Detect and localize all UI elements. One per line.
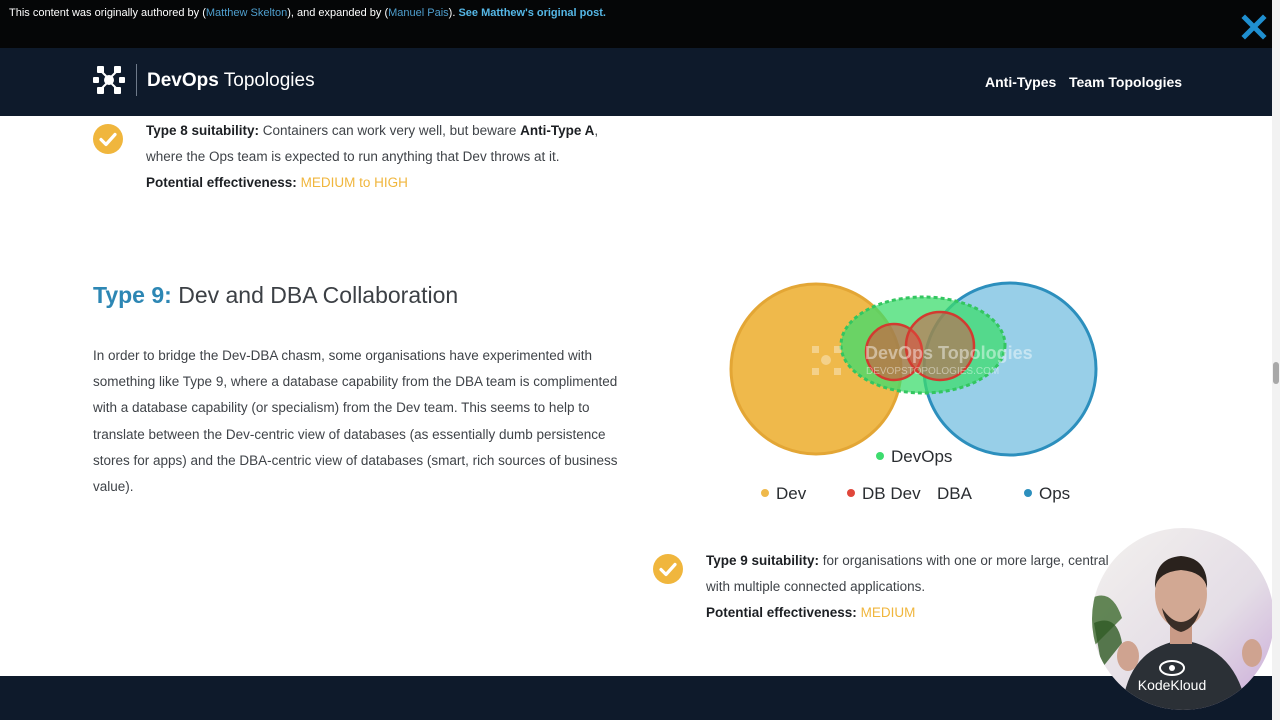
type9-number: Type 9:: [93, 282, 172, 308]
logo-divider: [136, 64, 137, 96]
site-logo-text[interactable]: DevOps Topologies: [147, 69, 315, 93]
author-link-matthew[interactable]: Matthew Skelton: [206, 7, 287, 19]
attribution-suffix: ).: [448, 7, 459, 19]
presenter-brand: KodeKloud: [1138, 677, 1207, 693]
type9-heading: Type 9: Dev and DBA Collaboration: [93, 280, 458, 310]
type9-line1: Type 9 suitability: for organisations wi…: [706, 548, 1126, 574]
type9-eff-value: MEDIUM: [860, 605, 916, 621]
legend-ops-label: Ops: [1039, 484, 1071, 503]
type9-effectiveness: Potential effectiveness: MEDIUM: [706, 600, 1126, 626]
type9-suit-label: Type 9 suitability:: [706, 553, 820, 568]
type8-effectiveness: Potential effectiveness: MEDIUM to HIGH: [146, 170, 616, 196]
attribution-middle: ), and expanded by (: [287, 7, 389, 19]
type8-suitability: Type 8 suitability: Containers can work …: [146, 118, 616, 197]
author-link-manuel[interactable]: Manuel Pais: [388, 7, 449, 19]
team-venn-diagram: DevOps Topologies DEVOPSTOPOLOGIES.COM: [728, 280, 1100, 462]
page-scrollbar[interactable]: [1272, 0, 1280, 720]
type9-line2: with multiple connected applications.: [706, 579, 926, 595]
check-icon: [653, 554, 683, 584]
watermark-url: DEVOPSTOPOLOGIES.COM: [866, 366, 999, 377]
type8-line1: Type 8 suitability: Containers can work …: [146, 118, 616, 144]
ops-dot-icon: [1024, 489, 1032, 497]
presenter-video: KodeKloud: [1092, 528, 1274, 710]
legend-devops: DevOps: [876, 447, 952, 467]
legend-dev: Dev: [761, 484, 806, 504]
site-header: DevOps Topologies Anti-Types Team Topolo…: [0, 48, 1272, 116]
type8-eff-label: Potential effectiveness:: [146, 175, 297, 191]
logo-bold-text: DevOps: [147, 70, 219, 91]
type8-label: Type 8 suitability:: [146, 123, 260, 138]
legend-devops-label: DevOps: [891, 447, 953, 466]
type9-eff-label: Potential effectiveness:: [706, 605, 857, 621]
footer-band: [0, 676, 1272, 720]
type8-text-a: Containers can work very well, but bewar…: [259, 123, 521, 138]
type9-suit-text: for organisations with one or more large…: [819, 553, 1109, 568]
devops-topologies-logo-icon[interactable]: [93, 64, 125, 96]
type9-description: In order to bridge the Dev-DBA chasm, so…: [93, 348, 618, 495]
type8-eff-value: MEDIUM to HIGH: [300, 175, 408, 191]
legend-dba-label: DBA: [937, 484, 972, 503]
attribution-bar: This content was originally authored by …: [0, 0, 1272, 48]
close-icon[interactable]: [1241, 14, 1267, 40]
nav-team-topologies[interactable]: Team Topologies: [1069, 74, 1182, 90]
logo-light-text: Topologies: [218, 70, 315, 91]
db-dev-dot-icon: [847, 489, 855, 497]
check-icon: [93, 124, 123, 154]
legend-dbdev-label: DB Dev: [862, 484, 921, 503]
scrollbar-thumb[interactable]: [1273, 362, 1279, 384]
type9-name: Dev and DBA Collaboration: [171, 282, 459, 308]
nav-anti-types[interactable]: Anti-Types: [985, 74, 1056, 90]
legend-ops: Ops: [1024, 484, 1070, 504]
dev-dot-icon: [761, 489, 769, 497]
original-post-link[interactable]: See Matthew's original post.: [458, 7, 605, 19]
anti-type-a-ref: Anti-Type A: [520, 123, 595, 138]
type9-suitability: Type 9 suitability: for organisations wi…: [706, 548, 1126, 627]
attribution-text: This content was originally authored by …: [9, 7, 606, 19]
attribution-prefix: This content was originally authored by …: [9, 7, 206, 19]
legend-db-dev: DB Dev: [847, 484, 921, 504]
legend-dba: DBA: [937, 484, 972, 504]
legend-dev-label: Dev: [776, 484, 807, 503]
devops-dot-icon: [876, 452, 884, 460]
watermark-text: DevOps Topologies: [865, 343, 1033, 363]
type8-text-b: ,: [594, 123, 599, 138]
type8-line2: where the Ops team is expected to run an…: [146, 149, 560, 165]
